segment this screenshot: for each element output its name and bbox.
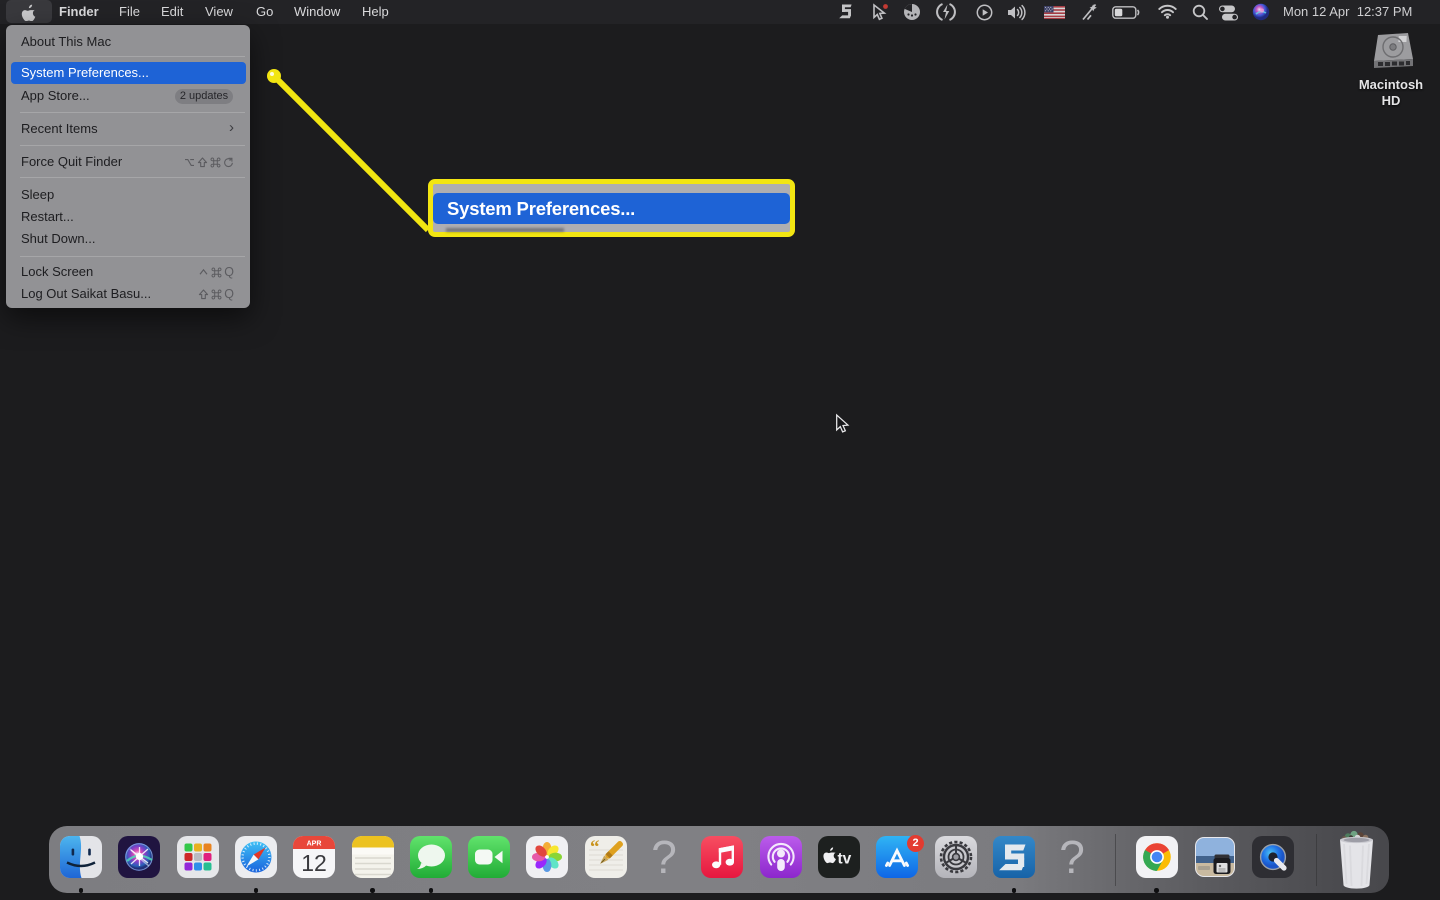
svg-text:APR: APR — [307, 841, 322, 848]
svg-text:“: “ — [590, 837, 600, 858]
svg-text:tv: tv — [837, 851, 851, 868]
svg-text:12: 12 — [301, 850, 327, 876]
